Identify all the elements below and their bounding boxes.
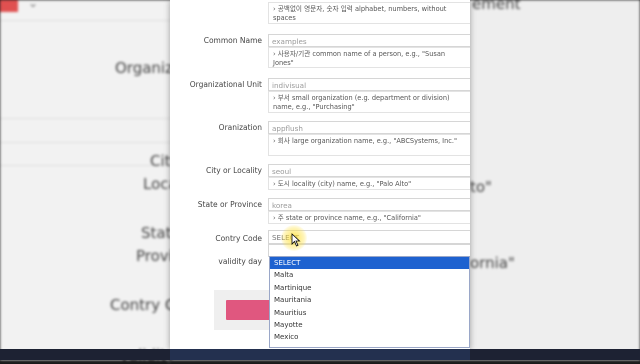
country-option[interactable]: Malta [270, 269, 469, 281]
country-dropdown-list: SELECT Malta Martinique Mauritania Mauri… [269, 256, 470, 348]
field-label: Oranization [218, 123, 262, 132]
bg-right-label-3: ornia" [470, 254, 515, 272]
mouse-cursor-icon [291, 233, 301, 247]
bg-right-label-1: ement [472, 0, 521, 13]
warning-badge [0, 0, 18, 12]
field-hint: › 공백없이 영문자, 숫자 입력 alphabet, numbers, wit… [268, 2, 470, 24]
field-label: State or Province [197, 200, 262, 209]
country-option[interactable]: Mexico [270, 331, 469, 343]
field-hint: › 회사 large organization name, e.g., "ABC… [268, 134, 470, 156]
common-name-input[interactable]: examples [268, 34, 470, 47]
field-hint: › 도시 locality (city) name, e.g., "Palo A… [268, 177, 470, 190]
field-hint: › 주 state or province name, e.g., "Calif… [268, 211, 470, 224]
chevron-down-icon: ⌄ [28, 0, 39, 10]
field-label: validity day [218, 257, 262, 266]
taskbar-active-window[interactable] [170, 349, 470, 360]
submit-button[interactable] [226, 300, 270, 320]
country-option[interactable]: Mayotte [270, 319, 469, 331]
background-left-panel: ⌄ ⌄ ▲ ⌄ Organizat City Locali Stat Provi… [0, 0, 195, 364]
field-hint: › 사용자/기관 common name of a person, e.g., … [268, 47, 470, 68]
country-option[interactable]: Mauritania [270, 294, 469, 306]
bg-right-label-2: to" [470, 178, 492, 196]
field-label: City or Locality [205, 166, 262, 175]
bg-label-state: Stat [141, 224, 172, 242]
country-option[interactable]: Mauritius [270, 307, 469, 319]
organization-input[interactable]: appflush [268, 121, 470, 134]
field-label: Common Name [203, 36, 262, 45]
country-option[interactable]: Martinique [270, 282, 469, 294]
field-hint: › 부서 small organization (e.g. department… [268, 91, 470, 113]
bg-label-country: Contry C [110, 296, 176, 314]
country-option[interactable]: SELECT [270, 257, 469, 270]
state-input[interactable]: korea [268, 198, 470, 211]
organizational-unit-input[interactable]: indivisual [268, 78, 470, 91]
field-label: Contry Code [215, 234, 262, 243]
field-label: Organizational Unit [189, 80, 262, 89]
background-right-panel: ement to" ornia" [470, 0, 640, 360]
city-input[interactable]: seoul [268, 164, 470, 177]
